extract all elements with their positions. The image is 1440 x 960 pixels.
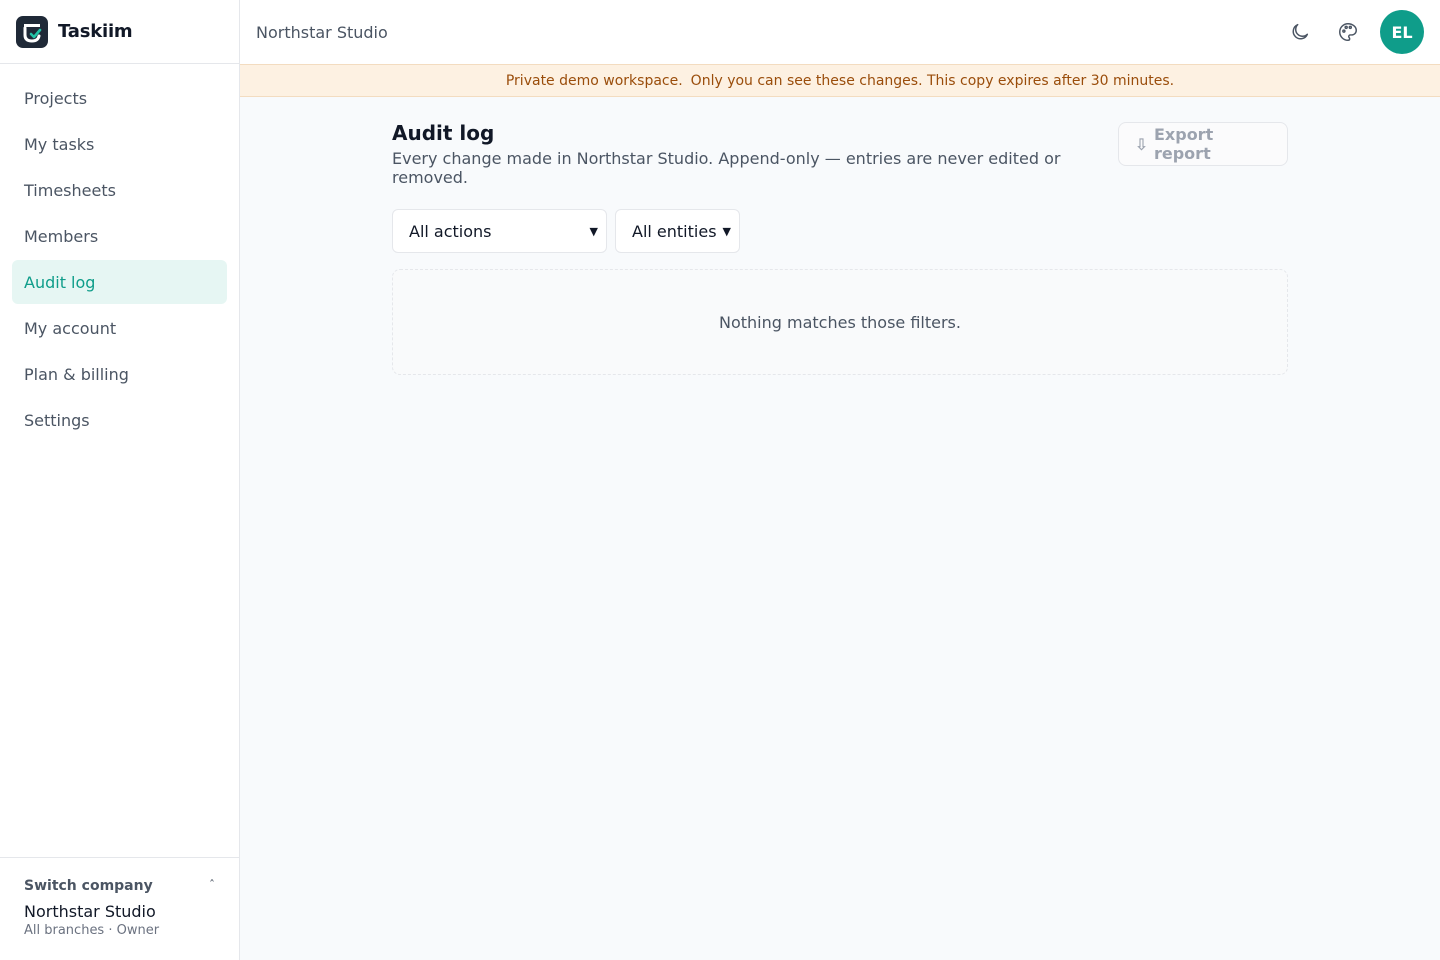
demo-banner: Private demo workspace. Only you can see… — [240, 64, 1440, 97]
page-content: Audit log Every change made in Northstar… — [240, 97, 1440, 375]
entity-filter-value: All entities — [632, 221, 717, 241]
switcher-company-meta: All branches · Owner — [24, 923, 160, 938]
main-area: Northstar Studio EL Private demo workspa… — [240, 0, 1440, 960]
banner-text-primary: Private demo workspace. — [505, 72, 683, 89]
app-shell: Taskiim Projects My tasks Timesheets Mem… — [0, 0, 1440, 960]
brand[interactable]: Taskiim — [0, 0, 239, 64]
export-report-label: Export report — [1153, 125, 1214, 163]
entity-filter-select[interactable]: All entities ▼ — [615, 209, 740, 253]
company-switcher[interactable]: Switch company ˆ Northstar Studio All br… — [0, 857, 239, 960]
sidebar-item-plan-billing[interactable]: Plan & billing — [12, 352, 227, 396]
palette-button[interactable] — [1332, 16, 1364, 48]
taskiim-logo-icon — [16, 15, 48, 48]
sidebar-item-settings[interactable]: Settings — [12, 398, 227, 442]
sidebar: Taskiim Projects My tasks Timesheets Mem… — [0, 0, 240, 960]
filters-bar: All actions ▼ All entities ▼ — [392, 209, 1440, 253]
page-heading-group: Audit log Every change made in Northstar… — [392, 121, 1118, 187]
user-avatar[interactable]: EL — [1380, 10, 1424, 54]
moon-icon — [1292, 23, 1309, 40]
sidebar-item-my-account[interactable]: My account — [12, 306, 227, 350]
brand-name: Taskiim — [58, 21, 133, 42]
empty-state-message: Nothing matches those filters. — [719, 312, 961, 332]
topbar: Northstar Studio EL — [240, 0, 1440, 64]
topbar-actions: EL — [1284, 10, 1424, 54]
sidebar-nav: Projects My tasks Timesheets Members Aud… — [0, 64, 239, 454]
theme-toggle-button[interactable] — [1284, 16, 1316, 48]
page-title: Audit log — [392, 121, 495, 145]
sidebar-item-members[interactable]: Members — [12, 214, 227, 258]
sidebar-item-projects[interactable]: Projects — [12, 76, 227, 120]
page-header: Audit log Every change made in Northstar… — [392, 121, 1288, 187]
empty-state: Nothing matches those filters. — [392, 269, 1288, 375]
download-arrow-icon: ⇩ — [1134, 134, 1148, 154]
action-filter-value: All actions — [409, 221, 492, 241]
chevron-down-icon: ▼ — [589, 224, 598, 238]
banner-text-secondary: Only you can see these changes. This cop… — [690, 72, 1175, 89]
switcher-company-name: Northstar Studio — [24, 902, 156, 921]
action-filter-select[interactable]: All actions ▼ — [392, 209, 607, 253]
chevron-down-icon: ▼ — [722, 224, 731, 238]
workspace-name: Northstar Studio — [256, 22, 388, 42]
export-report-button[interactable]: ⇩ Export report — [1117, 122, 1288, 166]
sidebar-item-timesheets[interactable]: Timesheets — [12, 168, 227, 212]
sidebar-item-audit-log[interactable]: Audit log — [12, 260, 227, 304]
sidebar-item-my-tasks[interactable]: My tasks — [12, 122, 227, 166]
switcher-label: Switch company — [24, 878, 153, 894]
chevron-up-icon: ˆ — [209, 878, 215, 892]
palette-icon — [1339, 23, 1357, 41]
page-description: Every change made in Northstar Studio. A… — [392, 149, 1061, 187]
